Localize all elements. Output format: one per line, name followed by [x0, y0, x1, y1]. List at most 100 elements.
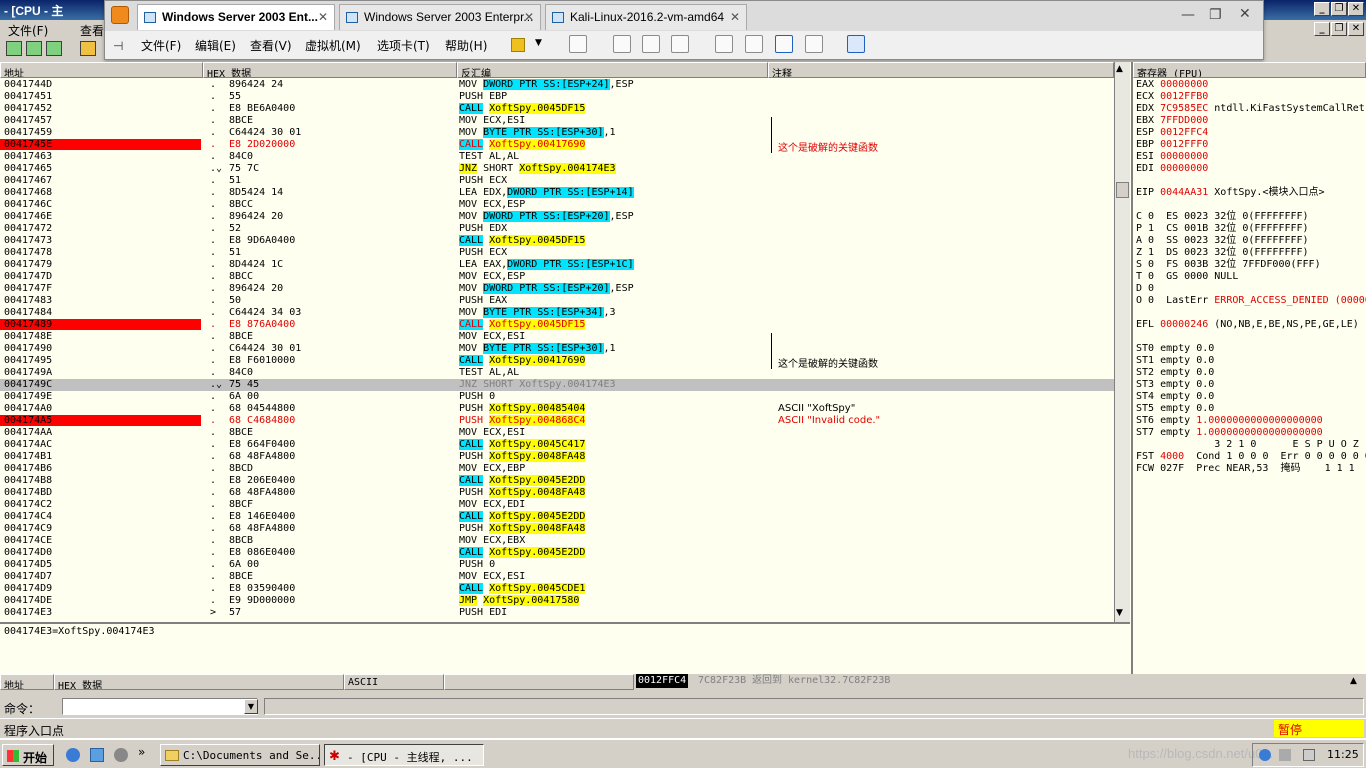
sidebar-icon[interactable] [715, 35, 733, 53]
snapshot-manager-icon[interactable] [671, 35, 689, 53]
snapshot-icon[interactable] [613, 35, 631, 53]
disasm-row[interactable]: 00417473. E8 9D6A0400 CALL XoftSpy.0045DF1… [0, 235, 1114, 247]
register-line[interactable]: ST3 empty 0.0 [1136, 379, 1214, 391]
register-line[interactable]: C 0 ES 0023 32位 0(FFFFFFFF) [1136, 211, 1309, 223]
disasm-row[interactable]: 00417490. C64424 30 01 MOV BYTE PTR SS:[ES… [0, 343, 1114, 355]
vm-menu-view[interactable]: 查看(V) [250, 37, 292, 54]
disasm-row[interactable]: 00417452. E8 BE6A0400 CALL XoftSpy.0045DF1… [0, 103, 1114, 115]
console-view-icon[interactable] [847, 35, 865, 53]
disasm-row[interactable]: 00417478. 51 PUSH ECX [0, 247, 1114, 259]
scroll-up-icon[interactable]: ▲ [1116, 64, 1123, 74]
disasm-row[interactable]: 004174E3 >57 PUSH EDI [0, 607, 1114, 619]
olly-menu-view[interactable]: 查看 [80, 22, 104, 39]
register-line[interactable]: EIP 0044AA31 XoftSpy.<模块入口点> [1136, 187, 1325, 199]
register-line[interactable]: ECX 0012FFB0 [1136, 91, 1208, 103]
register-line[interactable]: ST7 empty 1.0000000000000000000 [1136, 427, 1323, 439]
disasm-scrollbar[interactable]: ▲ ▼ [1114, 62, 1130, 622]
run-icon[interactable] [80, 41, 96, 56]
close-tab-icon[interactable]: ✕ [318, 10, 328, 24]
taskbar-item-explorer[interactable]: C:\Documents and Se... [160, 744, 320, 766]
register-line[interactable]: T 0 GS 0000 NULL [1136, 271, 1238, 283]
close-tab-icon[interactable]: ✕ [524, 10, 534, 24]
disasm-row[interactable]: 00417467. 51 PUSH ECX [0, 175, 1114, 187]
disasm-row[interactable]: 0041747F. 896424 20 MOV DWORD PTR SS:[ESP+… [0, 283, 1114, 295]
olly-menu-file[interactable]: 文件(F) [8, 22, 48, 39]
disasm-row[interactable]: 00417459. C64424 30 01 MOV BYTE PTR SS:[ES… [0, 127, 1114, 139]
disasm-row[interactable]: 00417489. E8 876A0400 CALL XoftSpy.0045DF1… [0, 319, 1114, 331]
tray-icon[interactable] [1279, 749, 1291, 761]
registers-pane[interactable]: 寄存器 (FPU) EAX 00000000 ECX 0012FFB0 EDX 7C… [1131, 62, 1366, 674]
child-maximize-button[interactable]: ❐ [1331, 22, 1347, 36]
child-close-button[interactable]: ✕ [1348, 22, 1364, 36]
disasm-row[interactable]: 0041748E. 8BCE MOV ECX,ESI [0, 331, 1114, 343]
disasm-row[interactable]: 00417479. 8D4424 1C LEA EAX,DWORD PTR SS:[… [0, 259, 1114, 271]
register-line[interactable]: EDX 7C9585EC ntdll.KiFastSystemCallRet [1136, 103, 1365, 115]
disasm-row[interactable]: 004174CE. 8BCB MOV ECX,EBX [0, 535, 1114, 547]
col-disasm[interactable]: 反汇编 [457, 62, 768, 78]
register-line[interactable]: ESP 0012FFC4 [1136, 127, 1208, 139]
disasm-row[interactable]: 004174AA. 8BCE MOV ECX,ESI [0, 427, 1114, 439]
dump-col-address[interactable]: 地址 [0, 674, 54, 690]
tab-kali-linux[interactable]: Kali-Linux-2016.2-vm-amd64 ✕ [545, 4, 747, 30]
restart-icon[interactable] [26, 41, 42, 56]
maximize-button[interactable]: ❐ [1331, 2, 1347, 16]
disasm-row[interactable]: 004174BD. 68 48FA4800 PUSH XoftSpy.0048FA4… [0, 487, 1114, 499]
stack-address[interactable]: 0012FFC4 [636, 674, 689, 688]
register-line[interactable]: S 0 FS 003B 32位 7FFDF000(FFF) [1136, 259, 1321, 271]
register-line[interactable]: ST2 empty 0.0 [1136, 367, 1214, 379]
vm-minimize-button[interactable]: — [1181, 7, 1195, 23]
disasm-row[interactable]: 004174DE. E9 9D000000 JMP XoftSpy.00417580 [0, 595, 1114, 607]
register-line[interactable]: A 0 SS 0023 32位 0(FFFFFFFF) [1136, 235, 1309, 247]
disasm-row[interactable]: 004174C9. 68 48FA4800 PUSH XoftSpy.0048FA4… [0, 523, 1114, 535]
disasm-row[interactable]: 00417495. E8 F6010000 CALL XoftSpy.0041769… [0, 355, 1114, 370]
vm-menu-vm[interactable]: 虚拟机(M) [305, 37, 361, 54]
disasm-row[interactable]: 0041746C. 8BCC MOV ECX,ESP [0, 199, 1114, 211]
disasm-row[interactable]: 004174AC. E8 664F0400 CALL XoftSpy.0045C41… [0, 439, 1114, 451]
disasm-row[interactable]: 004174D9. E8 03590400 CALL XoftSpy.0045CDE… [0, 583, 1114, 595]
register-line[interactable]: P 1 CS 001B 32位 0(FFFFFFFF) [1136, 223, 1309, 235]
pin-icon[interactable]: ⊣ [113, 39, 123, 53]
disasm-row[interactable]: 004174D5. 6A 00 PUSH 0 [0, 559, 1114, 571]
col-comment[interactable]: 注释 [768, 62, 1114, 78]
register-line[interactable]: ESI 00000000 [1136, 151, 1208, 163]
chevron-down-icon[interactable]: ▼ [535, 38, 542, 48]
col-hex[interactable]: HEX 数据 [203, 62, 457, 78]
dump-col-ascii[interactable]: ASCII [344, 674, 444, 690]
register-line[interactable]: FST 4000 Cond 1 0 0 0 Err 0 0 0 0 0 0 [1136, 451, 1366, 463]
network-icon[interactable] [569, 35, 587, 53]
register-line[interactable]: EBX 7FFDD000 [1136, 115, 1208, 127]
disasm-row[interactable]: 0041749A. 84C0 TEST AL,AL [0, 367, 1114, 379]
disasm-row[interactable]: 0041749C .⌄ 75 45 JNZ SHORT XoftSpy.004174E… [0, 379, 1114, 391]
dump-col-hex[interactable]: HEX 数据 [54, 674, 344, 690]
disasm-row[interactable]: 00417463. 84C0 TEST AL,AL [0, 151, 1114, 163]
disasm-row[interactable]: 004174B1. 68 48FA4800 PUSH XoftSpy.0048FA4… [0, 451, 1114, 463]
disasm-row[interactable]: 0041746E. 896424 20 MOV DWORD PTR SS:[ESP+… [0, 211, 1114, 223]
media-icon[interactable] [114, 748, 128, 762]
register-line[interactable]: Z 1 DS 0023 32位 0(FFFFFFFF) [1136, 247, 1309, 259]
disasm-row[interactable]: 0041749E. 6A 00 PUSH 0 [0, 391, 1114, 403]
start-button[interactable]: 开始 [2, 744, 54, 766]
register-line[interactable]: EBP 0012FFF0 [1136, 139, 1208, 151]
network-tray-icon[interactable] [1259, 749, 1271, 761]
disasm-row[interactable]: 004174A0. 68 04544800 PUSH XoftSpy.0048540… [0, 403, 1114, 415]
col-address[interactable]: 地址 [0, 62, 203, 78]
disasm-row[interactable]: 00417457. 8BCE MOV ECX,ESI [0, 115, 1114, 127]
minimize-button[interactable]: _ [1314, 2, 1330, 16]
disasm-row[interactable]: 00417472. 52 PUSH EDX [0, 223, 1114, 235]
open-icon[interactable] [6, 41, 22, 56]
register-line[interactable]: O 0 LastErr ERROR_ACCESS_DENIED (00000 [1136, 295, 1366, 307]
vm-menu-help[interactable]: 帮助(H) [445, 37, 487, 54]
close-button[interactable]: ✕ [1348, 2, 1364, 16]
stop-icon[interactable] [46, 41, 62, 56]
stack-scroll-up-icon[interactable]: ▲ [1350, 676, 1357, 686]
child-minimize-button[interactable]: _ [1314, 22, 1330, 36]
register-line[interactable]: EFL 00000246 (NO,NB,E,BE,NS,PE,GE,LE) [1136, 319, 1359, 331]
disasm-row[interactable]: 00417451. 55 PUSH EBP [0, 91, 1114, 103]
disassembly-list[interactable]: 0041744D. 896424 24 MOV DWORD PTR SS:[ESP+… [0, 79, 1114, 622]
disasm-row[interactable]: 004174D0. E8 086E0400 CALL XoftSpy.0045E2D… [0, 547, 1114, 559]
ie-icon[interactable] [66, 748, 80, 762]
fullscreen-icon[interactable] [775, 35, 793, 53]
close-tab-icon[interactable]: ✕ [730, 10, 740, 24]
disasm-row[interactable]: 0041747D. 8BCC MOV ECX,ESP [0, 271, 1114, 283]
pause-icon[interactable] [511, 38, 525, 52]
